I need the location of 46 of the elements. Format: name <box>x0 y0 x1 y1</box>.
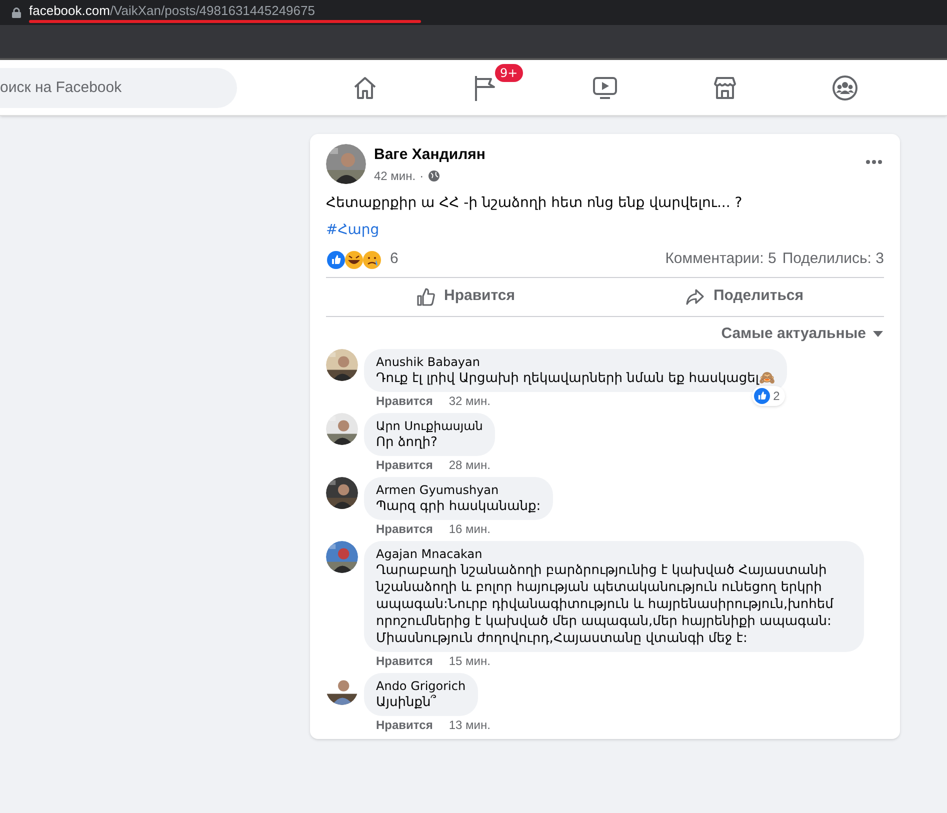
flag-icon[interactable] <box>473 74 497 102</box>
comment-text: Ղարաբաղի նշանաձողի բարձրությունից է կախված Հայաստանի նշանաձողի և բոլոր հայության պետականություն ունեցող երկրի ապագան:Նուրբ դիվանագիտություն և հայրենասիրություն,խոհեմ որոշումներից է կախված մեր ապագան,մեր հայրենիքի ապագան: Միասնություն ժողովուրդ,Հայաստանը վտանգի մեջ է: <box>376 562 834 647</box>
sort-dropdown[interactable]: Самые актуальные <box>721 322 884 345</box>
comment-author[interactable]: Armen Gyumushyan <box>376 482 541 498</box>
comment-time[interactable]: 28 мин. <box>448 457 490 473</box>
separator-dot: · <box>420 168 424 184</box>
comments-count[interactable]: Комментарии: 5 <box>665 248 776 271</box>
shares-count[interactable]: Поделились: 3 <box>782 248 884 271</box>
notification-badge: 9+ <box>495 64 523 82</box>
comment-like-link[interactable]: Нравится <box>376 653 433 669</box>
comment-like-link[interactable]: Нравится <box>376 521 433 537</box>
search-field[interactable]: оиск на Facebook <box>0 68 237 108</box>
lock-icon <box>12 7 21 18</box>
reactions-count[interactable]: 6 <box>390 248 398 271</box>
reaction-badge[interactable]: 2 <box>752 386 785 406</box>
comment-author[interactable]: Ando Grigorich <box>376 678 466 694</box>
globe-icon <box>428 170 440 182</box>
comment-text: Այսինքն՞ <box>376 694 437 711</box>
comment-author[interactable]: Agajan Mnacakan <box>376 546 852 562</box>
comment-time[interactable]: 15 мин. <box>448 653 490 669</box>
like-icon <box>754 388 770 404</box>
comment-like-link[interactable]: Нравится <box>376 717 433 733</box>
share-button[interactable]: Поделиться <box>605 278 884 314</box>
comment-author[interactable]: Anushik Babayan <box>376 354 775 370</box>
hashtag-link[interactable]: #Հարց <box>326 220 380 240</box>
comment-text: Պարզ գրի հասկանանք: <box>376 498 541 515</box>
post-text: Հետաքրքիր ա ՀՀ -ի նշաձողի հետ ոնց ենք վարվելու... ? <box>326 194 744 212</box>
caret-icon <box>872 330 884 338</box>
comment-time[interactable]: 32 мин. <box>448 393 490 409</box>
comment-author[interactable]: Արո Սուքիասյան <box>376 418 483 434</box>
home-icon[interactable] <box>352 74 378 100</box>
post-time[interactable]: 42 мин. <box>374 166 416 184</box>
comment-text: Որ ձողի? <box>376 434 438 451</box>
like-button[interactable]: Нравится <box>326 278 605 314</box>
thumbs-up-icon <box>416 286 436 306</box>
comment-text: Դուք էլ լրիվ Արցախի ղեկավարների նման եք հասկացել🙈 <box>376 370 775 387</box>
store-icon[interactable] <box>712 74 738 100</box>
comment-like-link[interactable]: Нравится <box>376 457 433 473</box>
comment-like-link[interactable]: Нравится <box>376 393 433 409</box>
reactions-icon <box>326 250 384 270</box>
comment-time[interactable]: 13 мин. <box>448 717 490 733</box>
author-name[interactable]: Ваге Хандилян <box>374 144 856 166</box>
video-icon[interactable] <box>592 74 618 100</box>
share-arrow-icon <box>685 286 706 306</box>
comment-time[interactable]: 16 мин. <box>448 521 490 537</box>
groups-icon[interactable] <box>832 74 858 100</box>
